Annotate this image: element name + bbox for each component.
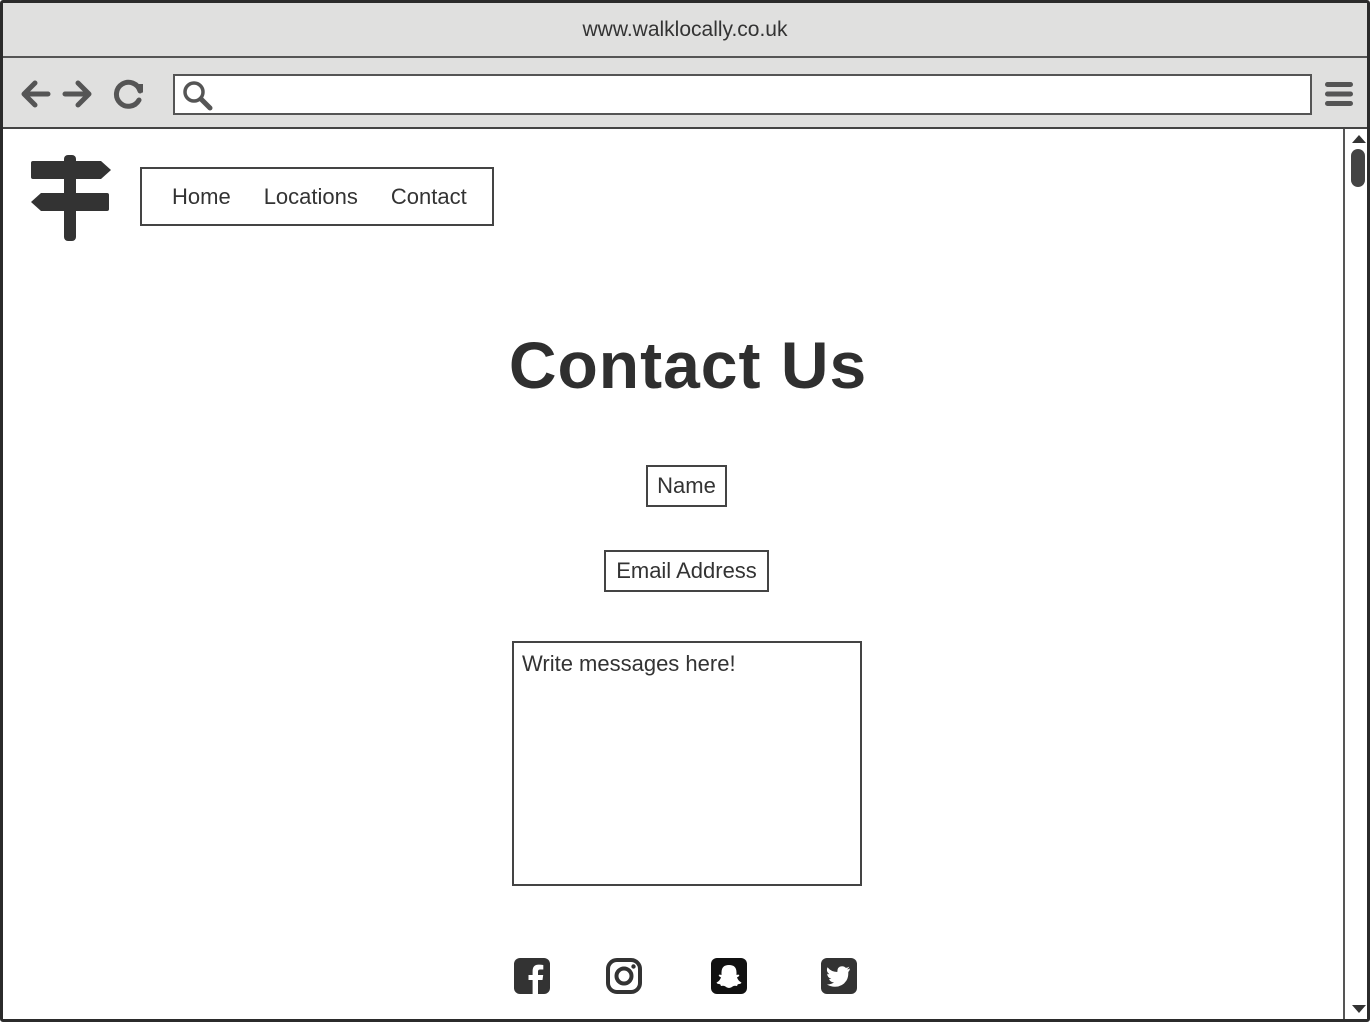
hamburger-menu-icon[interactable] [1323,78,1355,110]
vertical-scrollbar[interactable] [1343,129,1367,1019]
browser-window: www.walklocally.co.uk Home Locations Con… [0,0,1370,1022]
scroll-thumb[interactable] [1351,149,1365,187]
facebook-icon[interactable] [513,957,551,995]
window-title-url: www.walklocally.co.uk [582,17,788,41]
main-nav: Home Locations Contact [140,167,494,226]
search-icon [183,81,213,111]
twitter-icon[interactable] [820,957,858,995]
name-field-placeholder: Name [657,473,716,498]
browser-titlebar: www.walklocally.co.uk [3,3,1367,58]
page-viewport: Home Locations Contact Contact Us Name E… [3,129,1343,1019]
email-field[interactable]: Email Address [604,550,769,592]
nav-locations-link[interactable]: Locations [264,184,358,210]
scroll-up-arrow-icon[interactable] [1352,135,1366,143]
scroll-down-arrow-icon[interactable] [1352,1005,1366,1013]
page-title: Contact Us [508,328,868,402]
instagram-icon[interactable] [605,957,643,995]
nav-home-link[interactable]: Home [172,184,231,210]
nav-contact-link[interactable]: Contact [391,184,467,210]
email-field-placeholder: Email Address [616,558,757,583]
browser-toolbar [3,58,1367,129]
name-field[interactable]: Name [646,465,727,507]
signpost-icon[interactable] [29,155,113,243]
forward-arrow-icon[interactable] [58,74,98,114]
address-bar[interactable] [173,74,1312,115]
reload-icon[interactable] [109,74,149,114]
address-input[interactable] [217,76,1310,113]
message-textarea[interactable] [512,641,862,886]
back-arrow-icon[interactable] [15,74,55,114]
snapchat-icon[interactable] [710,957,748,995]
